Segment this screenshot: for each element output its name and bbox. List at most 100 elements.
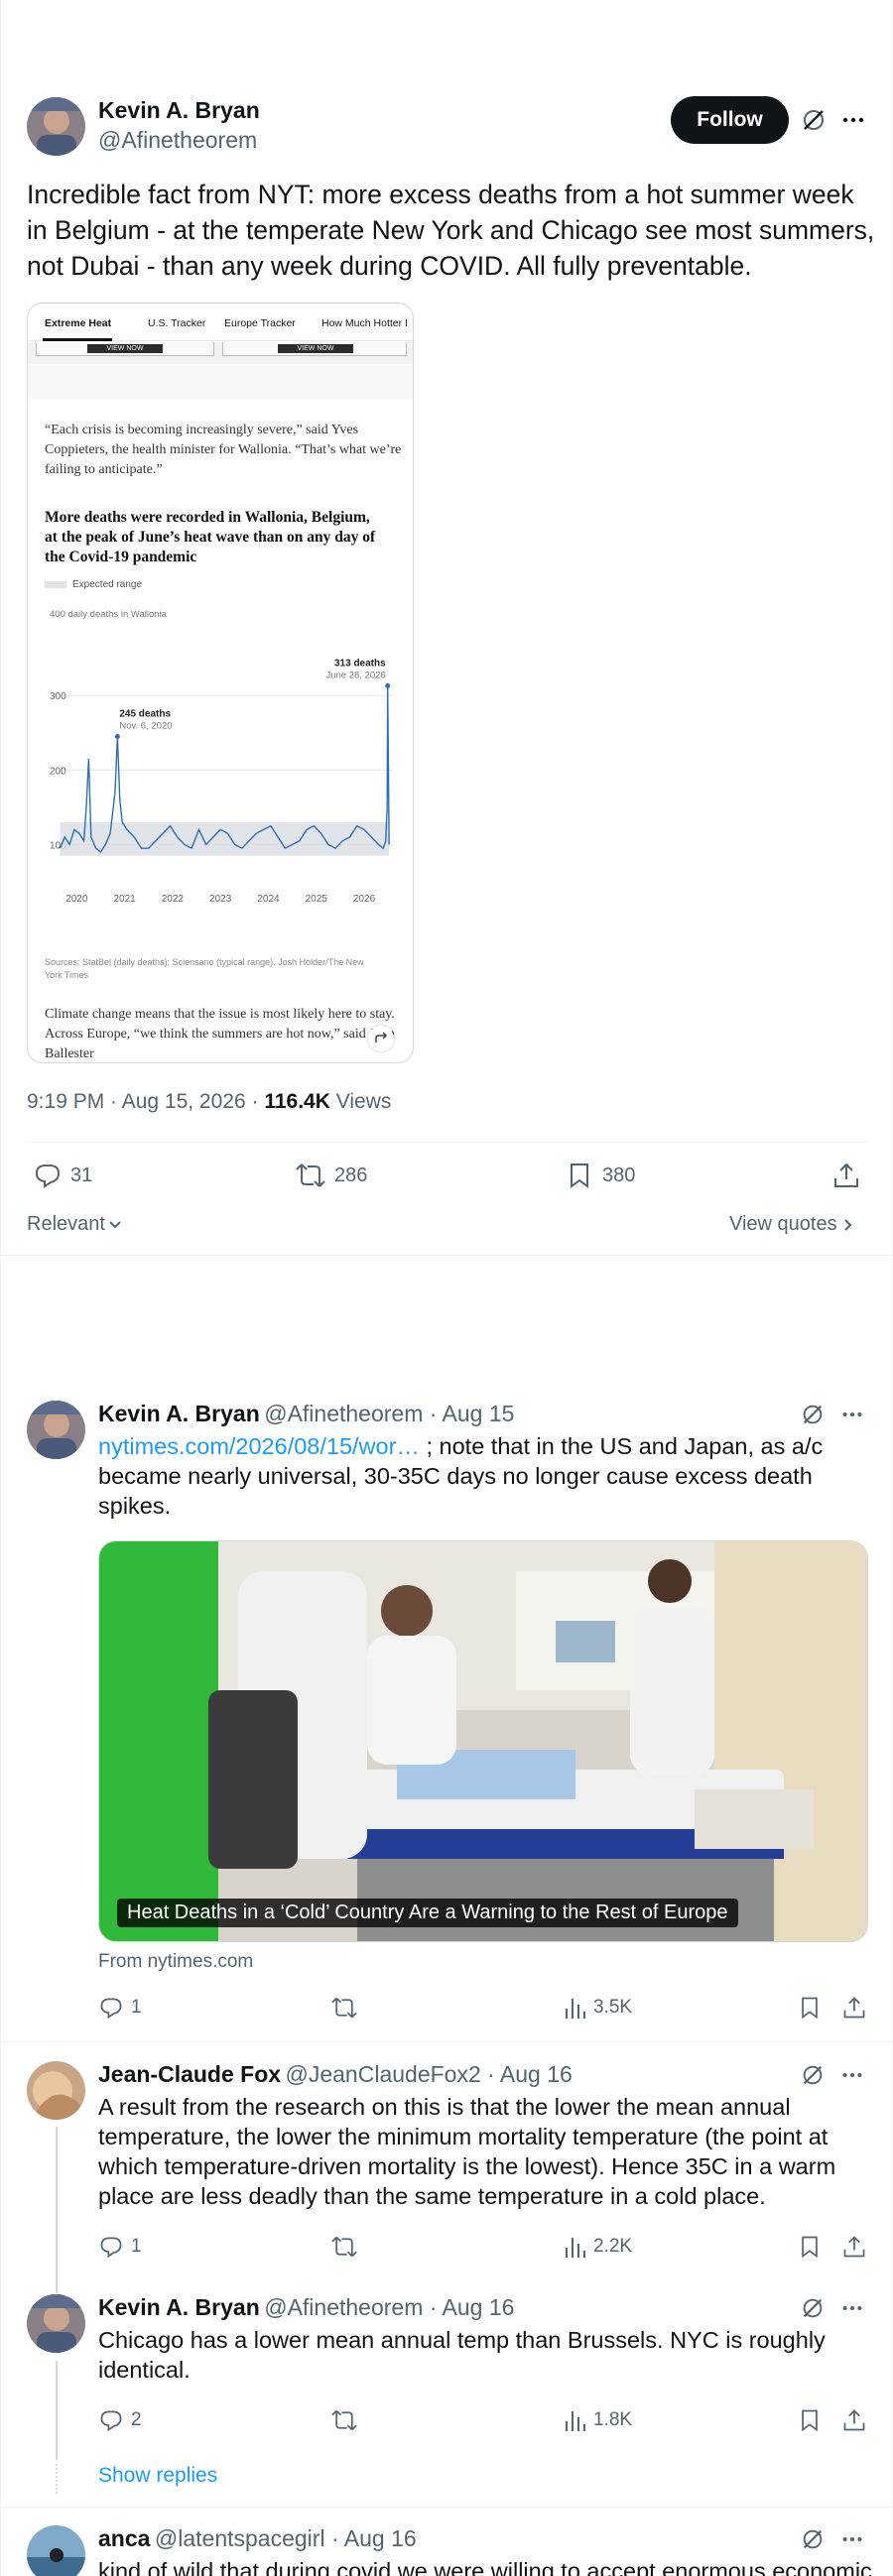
show-replies-link[interactable]: Show replies — [98, 2464, 217, 2488]
chevron-down-icon — [109, 1220, 121, 1228]
grok-icon[interactable] — [800, 2526, 826, 2552]
reply-author-handle[interactable]: @latentspacegirl — [155, 2525, 325, 2551]
sort-dropdown[interactable]: Relevant — [27, 1213, 122, 1236]
bookmark-button[interactable] — [797, 2234, 823, 2265]
post-timestamp-views: 9:19 PM · Aug 15, 2026 · 116.4K Views — [27, 1090, 391, 1114]
article-tab: How Much Hotter I — [321, 317, 408, 329]
author-avatar[interactable] — [27, 97, 85, 156]
post-timestamp[interactable]: 9:19 PM · Aug 15, 2026 · — [27, 1090, 264, 1113]
more-icon[interactable] — [839, 1402, 865, 1427]
reply-text: Chicago has a lower mean annual temp tha… — [98, 2327, 826, 2383]
grok-icon[interactable] — [800, 1402, 826, 1427]
views-button[interactable]: 1.8K — [563, 2407, 632, 2433]
reply-author-name[interactable]: Kevin A. Bryan — [98, 2294, 260, 2320]
bookmark-button[interactable] — [797, 2407, 823, 2438]
deaths-chart: 100200300 2020 2021 2022 2023 2024 2025 2026 2… — [50, 658, 393, 905]
reply-text: kind of wild that during covid we were w… — [98, 2558, 872, 2576]
author-name[interactable]: Kevin A. Bryan — [98, 97, 260, 124]
reply-avatar[interactable] — [27, 2061, 85, 2120]
reply-author-name[interactable]: anca — [98, 2525, 150, 2551]
reply-header: Jean-Claude Fox @JeanClaudeFox2 · Aug 16 — [98, 2061, 573, 2088]
views-button[interactable]: 2.2K — [563, 2234, 632, 2260]
more-icon[interactable] — [839, 2062, 865, 2088]
annotation-sublabel: Nov. 6, 2020 — [119, 720, 172, 731]
thread-dots — [56, 2464, 58, 2494]
repost-button[interactable]: 286 — [295, 1161, 367, 1190]
bookmark-icon — [802, 2409, 818, 2432]
share-button[interactable] — [841, 2234, 867, 2265]
view-quotes-label: View quotes — [729, 1213, 837, 1235]
share-icon[interactable] — [368, 1026, 394, 1051]
article-link[interactable]: nytimes.com/2026/08/15/wor… — [98, 1433, 420, 1459]
view-quotes-link[interactable]: View quotes — [729, 1213, 855, 1236]
avatar-image — [27, 97, 85, 156]
more-icon[interactable] — [839, 2295, 865, 2321]
link-card-source[interactable]: From nytimes.com — [98, 1951, 253, 1973]
bookmark-icon — [802, 2236, 818, 2259]
link-card[interactable]: Heat Deaths in a ‘Cold’ Country Are a Wa… — [98, 1540, 868, 1942]
reply-button[interactable]: 2 — [98, 2407, 142, 2433]
reply-avatar[interactable] — [27, 2525, 85, 2576]
repost-button[interactable] — [330, 1995, 358, 2025]
reply-author-handle[interactable]: @Afinetheorem — [264, 2294, 423, 2320]
reply-date[interactable]: · Aug 16 — [481, 2061, 573, 2087]
chart-legend: Expected range — [45, 579, 142, 590]
reply-author-handle[interactable]: @JeanClaudeFox2 — [286, 2061, 481, 2087]
article-tab-bar: Extreme Heat U.S. Tracker Europe Tracker… — [28, 304, 413, 341]
reply-date[interactable]: · Aug 16 — [325, 2525, 417, 2551]
grok-icon[interactable] — [800, 106, 828, 134]
x-tick-label: 2020 — [65, 894, 88, 905]
view-now-button: VIEW NOW — [278, 344, 353, 353]
follow-button[interactable]: Follow — [671, 96, 789, 144]
x-tick-label: 2024 — [257, 894, 280, 905]
reply-author-name[interactable]: Jean-Claude Fox — [98, 2061, 281, 2087]
reply-author-handle[interactable]: @Afinetheorem — [264, 1401, 423, 1426]
reply-author-name[interactable]: Kevin A. Bryan — [98, 1401, 260, 1426]
article-tab: U.S. Tracker — [148, 317, 206, 329]
article-image[interactable]: Extreme Heat U.S. Tracker Europe Tracker… — [27, 303, 414, 1063]
reply-avatar[interactable] — [27, 2294, 85, 2353]
more-icon[interactable] — [839, 2526, 865, 2552]
reply-text: A result from the research on this is th… — [98, 2094, 836, 2209]
reply-button[interactable]: 31 — [33, 1161, 92, 1190]
more-icon[interactable] — [839, 106, 867, 134]
repost-icon — [331, 2409, 357, 2431]
repost-icon — [296, 1164, 325, 1187]
share-button[interactable] — [841, 2407, 867, 2438]
repost-button[interactable] — [330, 2234, 358, 2265]
x-tick-label: 2021 — [113, 894, 136, 905]
bookmark-icon — [802, 1997, 818, 2020]
reply-icon — [100, 1998, 122, 2020]
bookmark-button[interactable] — [797, 1995, 823, 2025]
reply-button[interactable]: 1 — [98, 1995, 142, 2021]
reply-header: Kevin A. Bryan @Afinetheorem · Aug 16 — [98, 2294, 514, 2321]
reply-avatar[interactable] — [27, 1401, 85, 1459]
views-label: Views — [329, 1090, 392, 1113]
x-tick-label: 2023 — [209, 894, 232, 905]
views-count: 3.5K — [593, 1997, 633, 2018]
article-body-text: Climate change means that the issue is m… — [45, 1007, 395, 1061]
sort-label: Relevant — [27, 1213, 105, 1235]
annotation-label: 313 deaths — [334, 658, 386, 669]
repost-button[interactable] — [330, 2407, 358, 2438]
share-icon — [843, 1997, 865, 2019]
views-count: 2.2K — [593, 2236, 633, 2257]
reply-date[interactable]: · Aug 16 — [423, 2294, 515, 2320]
share-button[interactable] — [841, 1995, 867, 2025]
grok-icon[interactable] — [800, 2062, 826, 2088]
bookmark-icon — [571, 1164, 588, 1188]
reply-header: anca @latentspacegirl · Aug 16 — [98, 2525, 417, 2552]
page: Kevin A. Bryan @Afinetheorem Follow Incr… — [0, 0, 893, 2576]
bookmark-button[interactable]: 380 — [565, 1161, 635, 1190]
reply-button[interactable]: 1 — [98, 2234, 142, 2260]
link-card-image — [99, 1541, 867, 1941]
reply-text: nytimes.com/2026/08/15/wor… ; note that … — [98, 1431, 872, 1521]
reply-date[interactable]: · Aug 15 — [423, 1401, 515, 1426]
reply-icon — [35, 1165, 61, 1188]
views-button[interactable]: 3.5K — [563, 1995, 632, 2021]
view-now-button: VIEW NOW — [87, 344, 163, 353]
grok-icon[interactable] — [800, 2295, 826, 2321]
reply-header: Kevin A. Bryan @Afinetheorem · Aug 15 — [98, 1401, 514, 1427]
share-button[interactable] — [831, 1161, 861, 1195]
author-handle[interactable]: @Afinetheorem — [98, 127, 257, 154]
